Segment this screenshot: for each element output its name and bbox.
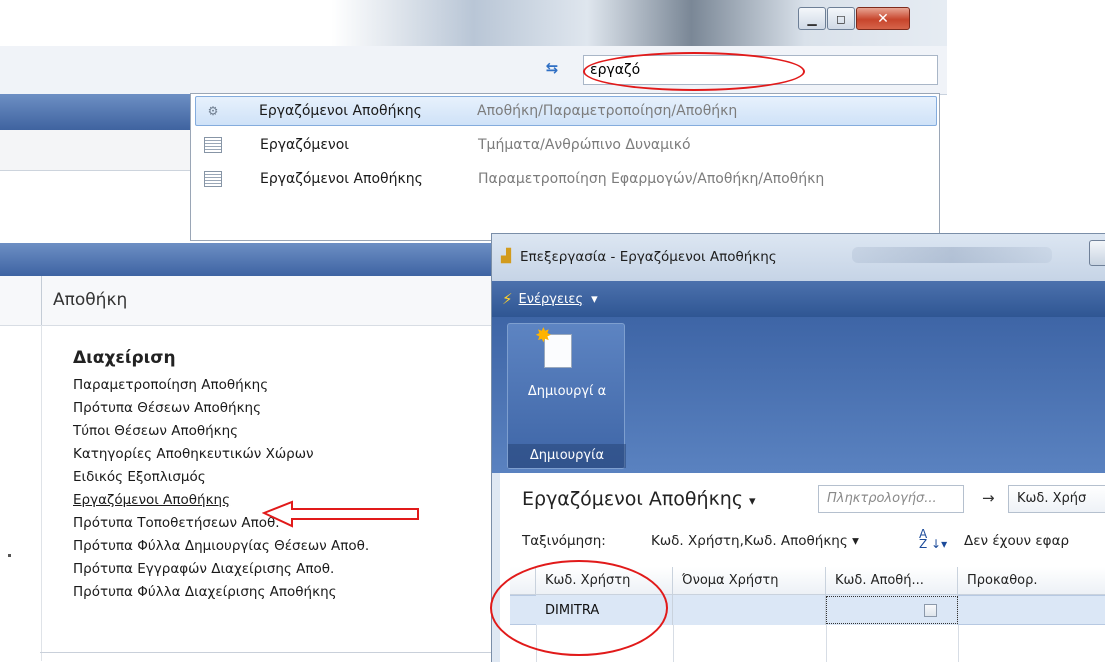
rolecenter-link[interactable]: Τύποι Θέσεων Αποθήκης	[73, 423, 238, 439]
bullet-mark	[8, 554, 11, 557]
page-title-text: Εργαζόμενοι Αποθήκης	[522, 488, 743, 510]
maximize-button[interactable]: ◻	[827, 7, 855, 30]
sort-label: Ταξινόμηση:	[522, 533, 606, 549]
divider	[40, 652, 493, 653]
column-header-user-name[interactable]: Όνομα Χρήστη	[673, 567, 826, 595]
rolecenter-panel: Αποθήκη Διαχείριση Παραμετροποίηση Αποθή…	[0, 276, 493, 661]
rolecenter-link[interactable]: Κατηγορίες Αποθηκευτικών Χώρων	[73, 446, 314, 462]
rolecenter-link[interactable]: Ειδικός Εξοπλισμός	[73, 469, 206, 485]
window-controls: ▁ ◻ ✕	[798, 7, 911, 30]
ribbon-group-label: Δημιουργία	[508, 444, 626, 468]
rolecenter-header: Αποθήκη	[0, 276, 493, 326]
result-path: Τμήματα/Ανθρώπινο Δυναμικό	[478, 137, 691, 153]
refresh-icon[interactable]: ⇆	[539, 55, 565, 81]
search-results-dropdown: ⚙ Εργαζόμενοι Αποθήκης Αποθήκη/Παραμετρο…	[190, 93, 940, 241]
grid-empty-cell	[826, 625, 959, 662]
list-icon	[204, 171, 222, 187]
actions-menu-label: Ενέργειες	[518, 291, 584, 307]
column-header-default[interactable]: Προκαθορ.	[958, 567, 1105, 595]
arrow-right-icon[interactable]: →	[982, 489, 995, 507]
column-header-location-code[interactable]: Κωδ. Αποθή...	[826, 567, 958, 595]
new-document-icon[interactable]	[535, 323, 572, 368]
close-button[interactable]: ✕	[856, 7, 910, 30]
result-name: Εργαζόμενοι Αποθήκης	[259, 103, 422, 119]
sort-select[interactable]: Κωδ. Χρήστη,Κωδ. Αποθήκης ▾	[651, 533, 859, 549]
search-result-item[interactable]: Εργαζόμενοι Αποθήκης Παραμετροποίηση Εφα…	[195, 164, 937, 194]
minimize-button[interactable]: ▁	[798, 7, 826, 30]
filter-input[interactable]: Πληκτρολογήσ...	[818, 485, 964, 513]
new-button[interactable]: Δημιουργί α	[508, 382, 626, 401]
search-result-item[interactable]: Εργαζόμενοι Τμήματα/Ανθρώπινο Δυναμικό	[195, 130, 937, 160]
app-logo-icon: ▟	[501, 249, 511, 264]
actions-menu[interactable]: ⚡ Ενέργειες ▾	[502, 290, 598, 308]
annotation-arrow-icon	[262, 500, 419, 528]
edit-window-title: Επεξεργασία - Εργαζόμενοι Αποθήκης	[520, 249, 777, 265]
rolecenter-link[interactable]: Πρότυπα Εγγραφών Διαχείρισης Αποθ.	[73, 561, 334, 577]
action-bar: ⚡ Ενέργειες ▾	[492, 281, 1105, 317]
rolecenter-band	[0, 243, 493, 276]
rolecenter-title: Αποθήκη	[53, 290, 128, 310]
result-path: Παραμετροποίηση Εφαρμογών/Αποθήκη/Αποθήκ…	[478, 171, 825, 187]
nav-band	[0, 94, 193, 130]
edit-window-titlebar: ▟ Επεξεργασία - Εργαζόμενοι Αποθήκης	[492, 234, 1105, 281]
section-heading: Διαχείριση	[73, 348, 176, 368]
divider	[41, 325, 42, 661]
rolecenter-link[interactable]: Πρότυπα Φύλλα Διαχείρισης Αποθήκης	[73, 584, 337, 600]
result-name: Εργαζόμενοι Αποθήκης	[260, 171, 423, 187]
chevron-down-icon: ▾	[591, 291, 598, 307]
filter-status: Δεν έχουν εφαρ	[964, 533, 1070, 549]
annotation-circle-search	[583, 52, 805, 91]
titlebar-background	[852, 247, 1052, 263]
grid-empty-cell	[673, 625, 827, 662]
annotation-circle-user	[490, 560, 668, 656]
chevron-down-icon: ▾	[749, 494, 756, 509]
rolecenter-link[interactable]: Πρότυπα Φύλλα Δημιουργίας Θέσεων Αποθ.	[73, 538, 369, 554]
default-checkbox[interactable]	[924, 604, 937, 617]
lightning-icon: ⚡	[502, 290, 513, 308]
cell-focus	[826, 596, 958, 624]
rolecenter-link[interactable]: Πρότυπα Τοποθετήσεων Αποθ.	[73, 515, 280, 531]
result-name: Εργαζόμενοι	[260, 137, 350, 153]
gear-icon: ⚙	[207, 104, 219, 118]
rolecenter-link[interactable]: Πρότυπα Θέσεων Αποθήκης	[73, 400, 261, 416]
divider	[41, 276, 42, 325]
window-control-button[interactable]	[1089, 240, 1105, 266]
rolecenter-link[interactable]: Παραμετροποίηση Αποθήκης	[73, 377, 268, 393]
rolecenter-link-warehouse-employees[interactable]: Εργαζόμενοι Αποθήκης	[73, 492, 230, 508]
page-title[interactable]: Εργαζόμενοι Αποθήκης ▾	[522, 488, 756, 510]
sort-az-icon[interactable]: AZ ↓▾	[919, 528, 947, 550]
ribbon-group-new: Δημιουργί α Δημιουργία	[507, 323, 626, 469]
ribbon: Δημιουργί α Δημιουργία	[492, 317, 1105, 473]
list-icon	[204, 137, 222, 153]
search-result-item[interactable]: ⚙ Εργαζόμενοι Αποθήκης Αποθήκη/Παραμετρο…	[195, 96, 937, 126]
cell-user-name[interactable]	[673, 595, 826, 625]
result-path: Αποθήκη/Παραμετροποίηση/Αποθήκη	[477, 103, 738, 119]
filter-field-select[interactable]: Κωδ. Χρήσ	[1008, 485, 1105, 513]
nav-subband	[0, 130, 193, 171]
